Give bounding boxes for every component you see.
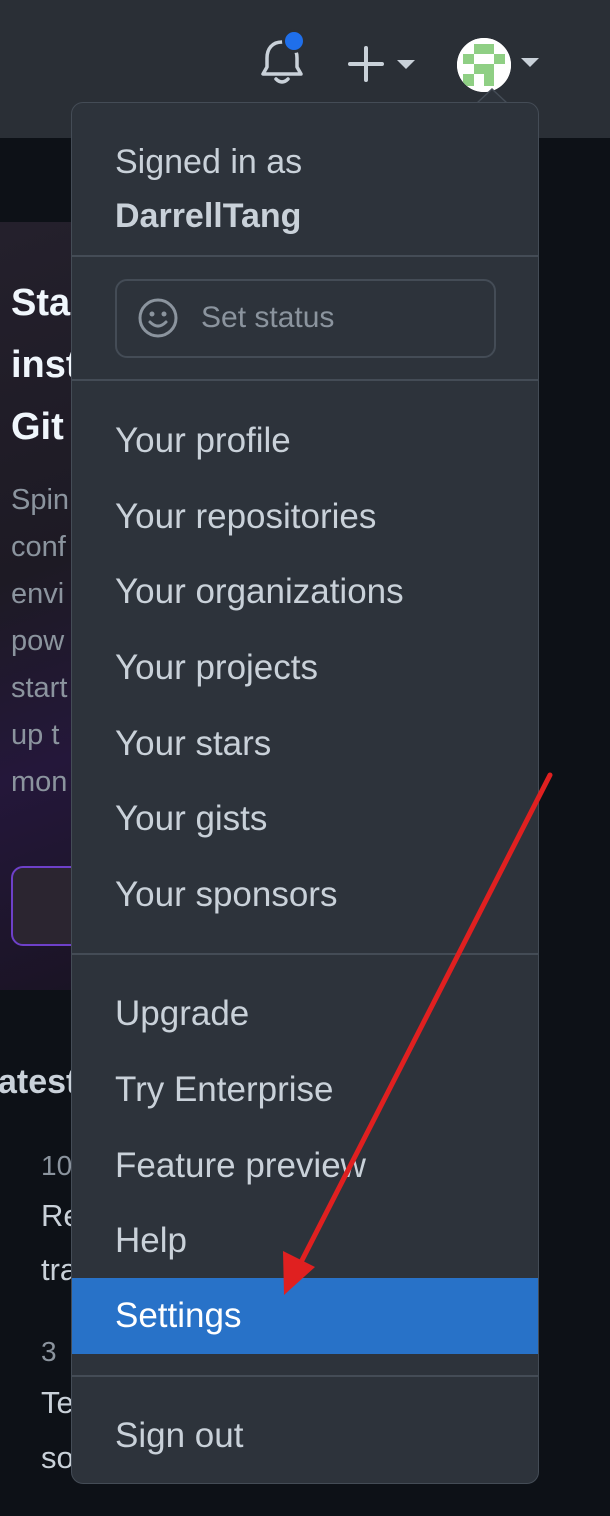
- divider: [72, 379, 538, 381]
- signed-in-label: Signed in as: [115, 143, 303, 181]
- avatar[interactable]: [457, 38, 511, 92]
- plus-icon[interactable]: [346, 44, 386, 84]
- notification-dot: [282, 29, 306, 53]
- menu-item-try-enterprise[interactable]: Try Enterprise: [72, 1052, 538, 1128]
- list-item[interactable]: so: [41, 1440, 74, 1476]
- menu-item-your-projects[interactable]: Your projects: [72, 630, 538, 706]
- divider: [72, 1375, 538, 1377]
- menu-item-upgrade[interactable]: Upgrade: [72, 976, 538, 1052]
- menu-item-your-profile[interactable]: Your profile: [72, 403, 538, 479]
- divider: [72, 953, 538, 955]
- set-status-button[interactable]: Set status: [115, 279, 496, 358]
- list-item-meta: 10: [41, 1150, 73, 1181]
- menu-item-your-gists[interactable]: Your gists: [72, 781, 538, 857]
- menu-item-sign-out[interactable]: Sign out: [72, 1398, 538, 1474]
- menu-item-help[interactable]: Help: [72, 1203, 538, 1279]
- divider: [72, 255, 538, 257]
- menu-item-your-stars[interactable]: Your stars: [72, 706, 538, 782]
- username[interactable]: DarrellTang: [115, 189, 302, 243]
- list-item[interactable]: Te: [41, 1385, 74, 1421]
- set-status-label: Set status: [201, 301, 335, 334]
- menu-item-your-repositories[interactable]: Your repositories: [72, 479, 538, 555]
- menu-item-your-organizations[interactable]: Your organizations: [72, 554, 538, 630]
- menu-item-settings[interactable]: Settings: [72, 1278, 538, 1354]
- menu-item-your-sponsors[interactable]: Your sponsors: [72, 857, 538, 933]
- user-dropdown-menu: Signed in as DarrellTang Set status Your…: [71, 102, 539, 1484]
- signed-in-info: Signed in as DarrellTang: [115, 135, 302, 243]
- menu-item-feature-preview[interactable]: Feature preview: [72, 1128, 538, 1204]
- new-menu-caret-icon[interactable]: [397, 60, 415, 69]
- smiley-icon: [138, 298, 178, 338]
- user-menu-caret-icon[interactable]: [521, 58, 539, 67]
- latest-changes-title: atest: [0, 1063, 78, 1101]
- list-item-meta: 3: [41, 1336, 57, 1367]
